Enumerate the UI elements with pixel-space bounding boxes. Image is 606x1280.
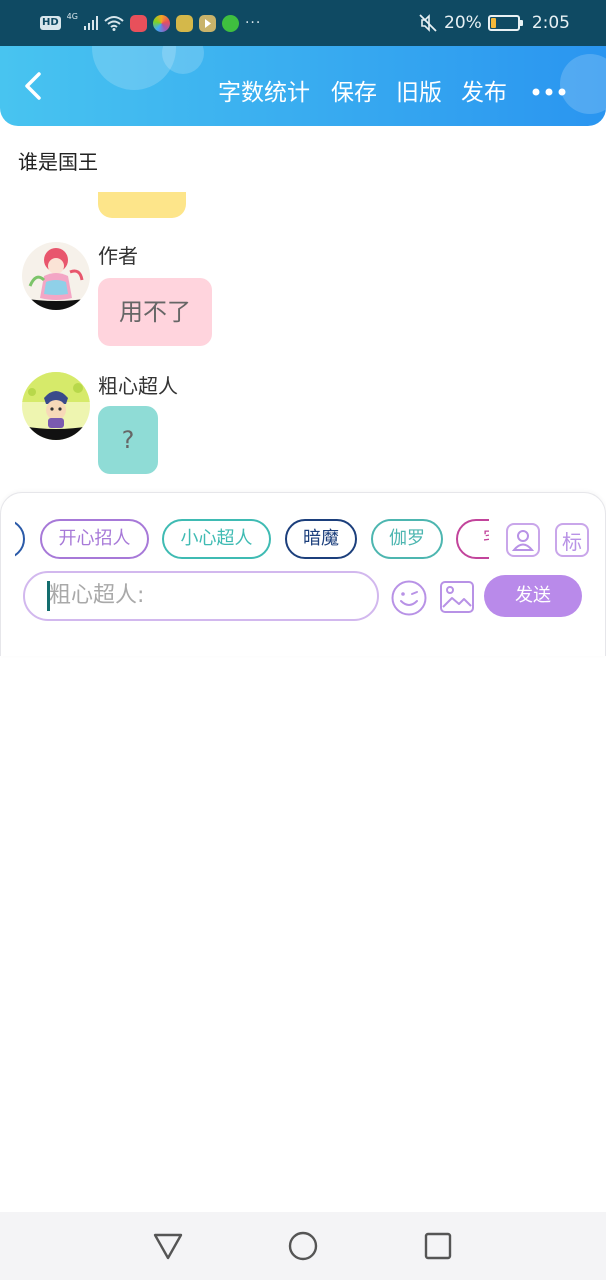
save-button[interactable]: 保存 xyxy=(331,78,377,108)
app-screen: HD 4G ··· 20% 2:05 字数统计 保存 旧版 发布 谁是国王 作者… xyxy=(0,0,606,1280)
system-nav-bar xyxy=(0,1212,606,1280)
signal-icon xyxy=(83,16,98,30)
wifi-icon xyxy=(104,16,124,31)
clock: 2:05 xyxy=(531,13,570,33)
home-circle-icon[interactable] xyxy=(287,1230,319,1262)
avatar-careless-superman-icon[interactable] xyxy=(22,372,90,440)
app-icon-iqiyi xyxy=(221,14,239,32)
message-text-careless-superman: ? xyxy=(121,426,135,454)
character-selector[interactable]: 开心招人 小心超人 暗魔 伽罗 宅 xyxy=(15,519,489,561)
status-bar: HD 4G ··· 20% 2:05 xyxy=(0,0,606,46)
previous-message-bubble[interactable] xyxy=(98,192,186,218)
battery-level-fill xyxy=(490,18,496,28)
app-icon-play xyxy=(198,14,216,32)
avatar-author-icon[interactable] xyxy=(22,242,90,310)
send-button[interactable]: 发送 xyxy=(484,575,582,617)
image-icon[interactable] xyxy=(439,579,475,615)
chat-title: 谁是国王 xyxy=(18,150,98,174)
word-count-button[interactable]: 字数统计 xyxy=(218,78,310,108)
character-chip[interactable]: 宅 xyxy=(456,519,489,559)
message-bubble-author[interactable]: 用不了 xyxy=(98,278,212,346)
character-chip[interactable] xyxy=(15,519,25,559)
compose-panel: 开心招人 小心超人 暗魔 伽罗 宅 标 粗心超人: 发送 xyxy=(0,492,606,656)
user-card-icon[interactable] xyxy=(506,523,540,557)
message-input[interactable]: 粗心超人: xyxy=(23,571,379,621)
status-left-icons: HD 4G ··· xyxy=(40,12,261,34)
back-triangle-icon[interactable] xyxy=(152,1230,184,1262)
old-version-button[interactable]: 旧版 xyxy=(396,78,442,108)
battery-icon xyxy=(487,15,523,31)
battery-tip xyxy=(519,20,523,26)
character-chip[interactable]: 小心超人 xyxy=(162,519,271,559)
message-text-author: 用不了 xyxy=(119,298,191,326)
more-icon[interactable] xyxy=(530,76,570,108)
network-type-label: 4G xyxy=(66,12,78,21)
tag-button[interactable]: 标 xyxy=(555,523,589,557)
app-icon-red xyxy=(129,14,147,32)
app-icon-colorful xyxy=(152,14,170,32)
character-chip[interactable]: 暗魔 xyxy=(285,519,357,559)
message-bubble-careless-superman[interactable]: ? xyxy=(98,406,158,474)
app-icon-yellow xyxy=(175,14,193,32)
status-right-icons: 20% 2:05 xyxy=(418,10,570,36)
character-chip[interactable]: 开心招人 xyxy=(40,519,149,559)
mute-icon xyxy=(419,14,437,32)
sender-name-author: 作者 xyxy=(98,244,138,268)
editor-header: 字数统计 保存 旧版 发布 xyxy=(0,46,606,126)
recents-square-icon[interactable] xyxy=(422,1230,454,1262)
hd-icon: HD xyxy=(40,16,61,30)
publish-button[interactable]: 发布 xyxy=(461,78,507,108)
more-notifications-indicator: ··· xyxy=(244,15,262,31)
battery-percent: 20% xyxy=(444,13,482,33)
chevron-left-icon[interactable] xyxy=(18,70,50,102)
smiley-icon[interactable] xyxy=(390,579,428,617)
message-input-placeholder: 粗心超人: xyxy=(49,583,145,608)
sender-name-careless-superman: 粗心超人 xyxy=(98,374,178,398)
character-chip[interactable]: 伽罗 xyxy=(371,519,443,559)
